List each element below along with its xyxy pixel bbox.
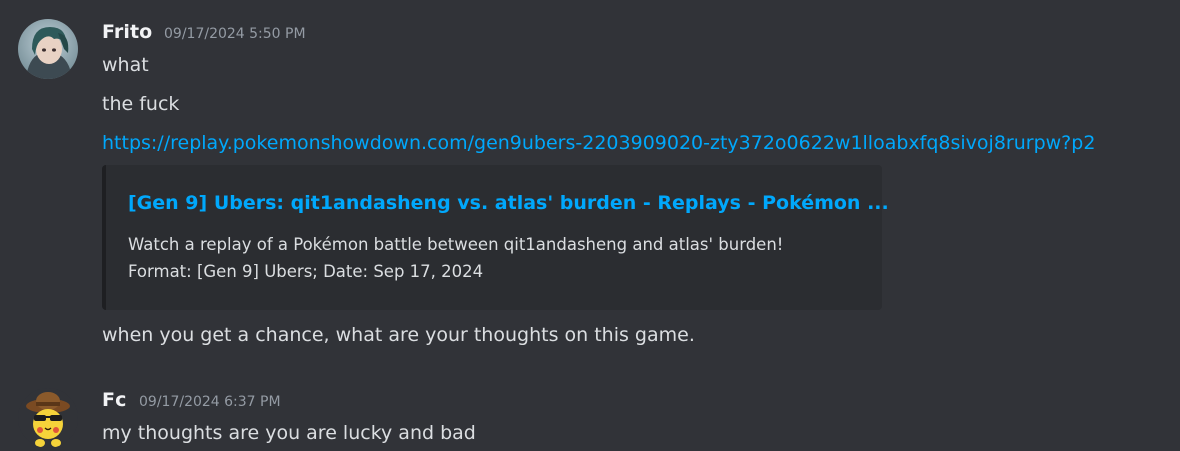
avatar[interactable]	[18, 388, 78, 448]
replay-link[interactable]: https://replay.pokemonshowdown.com/gen9u…	[102, 132, 1095, 154]
link-embed: [Gen 9] Ubers: qit1andasheng vs. atlas' …	[102, 165, 889, 310]
timestamp: 09/17/2024 6:37 PM	[139, 394, 281, 410]
message-text: what	[102, 54, 149, 76]
message-text: the fuck	[102, 93, 180, 115]
avatar-fc-image	[18, 388, 78, 448]
chat-messages: Frito 09/17/2024 5:50 PM what the fuck h…	[0, 0, 1180, 451]
message-text: when you get a chance, what are your tho…	[102, 324, 695, 346]
timestamp: 09/17/2024 5:50 PM	[164, 26, 306, 42]
avatar-frito-image	[18, 19, 78, 79]
message-text: my thoughts are you are lucky and bad	[102, 422, 476, 444]
embed-title[interactable]: [Gen 9] Ubers: qit1andasheng vs. atlas' …	[128, 192, 889, 214]
username[interactable]: Frito	[102, 21, 152, 43]
avatar[interactable]	[18, 19, 78, 79]
embed-description: Watch a replay of a Pokémon battle betwe…	[128, 235, 784, 254]
username[interactable]: Fc	[102, 389, 126, 411]
embed-description: Format: [Gen 9] Ubers; Date: Sep 17, 202…	[128, 262, 484, 281]
